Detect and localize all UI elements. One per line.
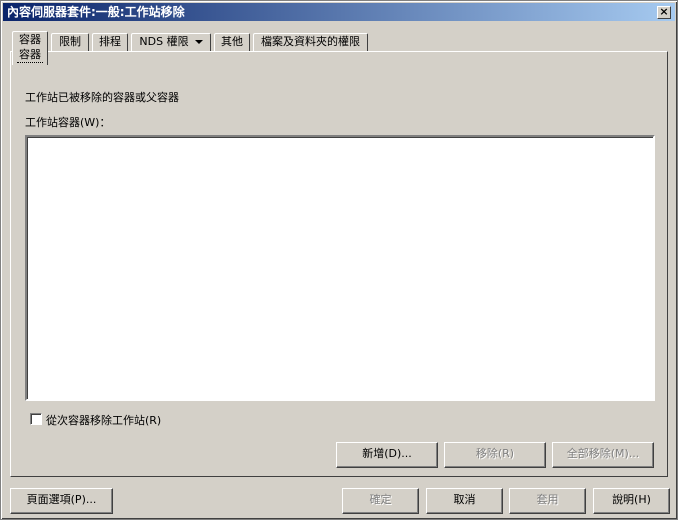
tab-label: 其他 xyxy=(221,35,243,48)
ok-button[interactable]: 確定 xyxy=(342,488,419,514)
tab-schedule[interactable]: 排程 xyxy=(92,33,128,51)
remove-all-button[interactable]: 全部移除(M)... xyxy=(552,442,654,468)
tab-label: NDS 權限 xyxy=(139,35,189,48)
dropdown-arrow-icon xyxy=(194,40,203,44)
tab-containers[interactable]: 容器 容器 xyxy=(12,31,48,65)
dialog-window: 內容伺服器套件:一般:工作站移除 × 容器 容器 限制 排程 NDS 權限 其他… xyxy=(0,0,678,520)
close-icon: × xyxy=(659,5,669,18)
add-button[interactable]: 新增(D)... xyxy=(336,442,438,468)
tab-label: 檔案及資料夾的權限 xyxy=(261,35,360,48)
tab-label: 容器 xyxy=(19,33,41,46)
tab-label: 限制 xyxy=(59,35,81,48)
tab-sublabel: 容器 xyxy=(17,48,43,63)
apply-button[interactable]: 套用 xyxy=(509,488,586,514)
container-list-label: 工作站容器(W)： xyxy=(25,116,111,129)
cancel-button[interactable]: 取消 xyxy=(426,488,503,514)
workstation-container-list[interactable] xyxy=(25,135,655,401)
tab-label: 排程 xyxy=(99,35,121,48)
page-options-button[interactable]: 頁面選項(P)... xyxy=(10,488,113,514)
tab-file-folder-rights[interactable]: 檔案及資料夾的權限 xyxy=(253,33,368,51)
help-button[interactable]: 說明(H) xyxy=(593,488,670,514)
remove-button[interactable]: 移除(R) xyxy=(444,442,546,468)
tab-restrictions[interactable]: 限制 xyxy=(51,33,89,51)
remove-from-subcontainers-checkbox[interactable] xyxy=(30,413,42,425)
checkbox-label: 從次容器移除工作站(R) xyxy=(46,414,162,427)
title-bar: 內容伺服器套件:一般:工作站移除 × xyxy=(3,3,675,21)
tab-other[interactable]: 其他 xyxy=(214,33,250,51)
description-text: 工作站已被移除的容器或父容器 xyxy=(25,91,179,104)
close-button[interactable]: × xyxy=(657,6,671,19)
tab-nds-rights[interactable]: NDS 權限 xyxy=(131,33,211,51)
window-title: 內容伺服器套件:一般:工作站移除 xyxy=(7,5,185,19)
